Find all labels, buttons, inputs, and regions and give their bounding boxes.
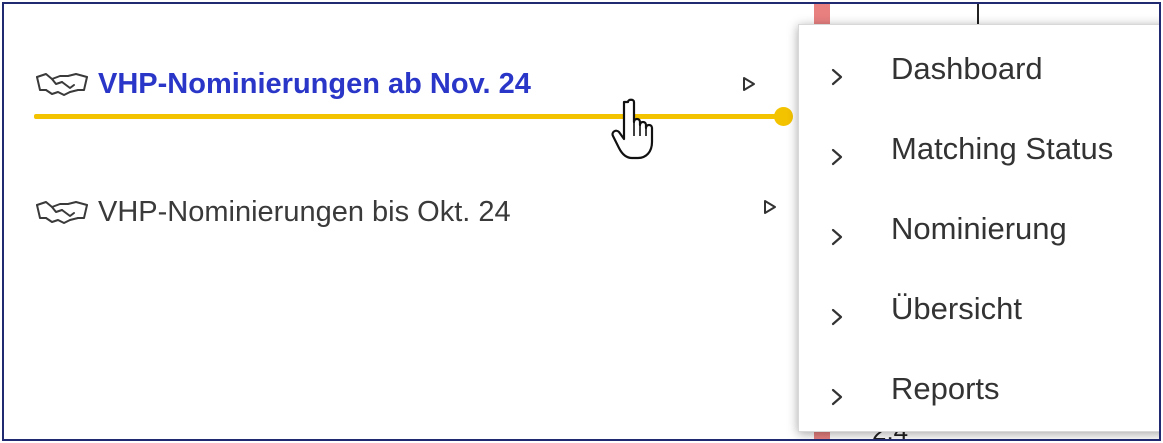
submenu-item-uebersicht[interactable]: Übersicht [799, 279, 1159, 339]
menu-item-label: VHP-Nominierungen bis Okt. 24 [98, 195, 511, 228]
submenu-item-nominierung[interactable]: Nominierung [799, 199, 1159, 259]
hand-pointer-cursor-icon [610, 98, 666, 162]
handshake-icon [34, 70, 90, 98]
menu-item-vhp-ab-nov-24[interactable]: VHP-Nominierungen ab Nov. 24 [34, 62, 531, 106]
chevron-right-icon [829, 299, 845, 326]
chevron-right-icon [829, 59, 845, 86]
menu-item-vhp-bis-okt-24[interactable]: VHP-Nominierungen bis Okt. 24 [34, 190, 511, 234]
active-highlight-dot [774, 107, 793, 126]
submenu-item-dashboard[interactable]: Dashboard [799, 39, 1159, 99]
submenu-arrow-icon[interactable] [742, 76, 756, 92]
submenu-item-label: Reports [891, 371, 1000, 406]
chevron-right-icon [829, 379, 845, 406]
submenu-item-reports[interactable]: Reports [799, 359, 1159, 419]
submenu-arrow-icon[interactable] [763, 199, 777, 215]
menu-item-label: VHP-Nominierungen ab Nov. 24 [98, 67, 531, 100]
submenu-item-label: Dashboard [891, 51, 1043, 86]
submenu-popup: Dashboard Matching Status Nominierung Üb… [798, 24, 1159, 432]
submenu-item-label: Übersicht [891, 291, 1022, 326]
submenu-item-label: Nominierung [891, 211, 1067, 246]
chevron-right-icon [829, 139, 845, 166]
submenu-item-matching-status[interactable]: Matching Status [799, 119, 1159, 179]
active-highlight-bar [34, 114, 782, 119]
handshake-icon [34, 198, 90, 226]
chevron-right-icon [829, 219, 845, 246]
submenu-item-label: Matching Status [891, 131, 1114, 166]
menu-frame: 2.4 VHP-Nominierungen ab Nov. 24 [2, 2, 1161, 441]
